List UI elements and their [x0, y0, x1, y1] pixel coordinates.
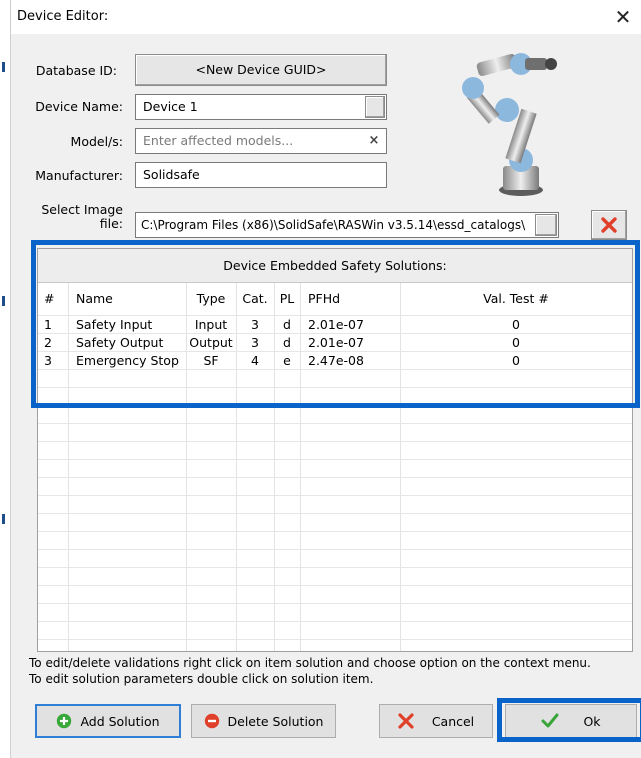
- grid-row-divider: [38, 603, 632, 604]
- grid-row-divider: [38, 639, 632, 640]
- title-bar: Device Editor: ✕: [11, 0, 641, 34]
- models-placeholder: Enter affected models...: [143, 133, 294, 148]
- database-id-field: <New Device GUID>: [135, 54, 387, 86]
- help-text-2: To edit solution parameters double click…: [29, 672, 374, 686]
- device-name-button[interactable]: [365, 96, 385, 118]
- models-label: Model/s:: [70, 134, 123, 149]
- models-input[interactable]: Enter affected models...: [135, 128, 387, 154]
- ok-highlight-frame: [497, 698, 641, 742]
- device-name-value: Device 1: [143, 99, 198, 114]
- add-solution-label: Add Solution: [80, 713, 160, 729]
- edge-mark: [2, 62, 5, 72]
- device-editor-window: Device Editor: ✕ Database ID: <New Devic…: [10, 0, 641, 758]
- grid-row-divider: [38, 531, 632, 532]
- cancel-label: Cancel: [431, 713, 475, 729]
- grid-row-divider: [38, 441, 632, 442]
- left-edge: [0, 0, 10, 758]
- delete-solution-button[interactable]: Delete Solution: [191, 704, 336, 738]
- robot-arm-image: [437, 48, 577, 198]
- add-solution-button[interactable]: Add Solution: [35, 704, 181, 738]
- grid-row-divider: [38, 513, 632, 514]
- grid-row-divider: [38, 585, 632, 586]
- add-icon: [56, 713, 72, 729]
- grid-row-divider: [38, 477, 632, 478]
- manufacturer-input[interactable]: Solidsafe: [135, 162, 387, 188]
- red-x-icon: [601, 217, 617, 233]
- grid-row-divider: [38, 423, 632, 424]
- grid-row-divider: [38, 567, 632, 568]
- help-text-1: To edit/delete validations right click o…: [29, 656, 591, 670]
- database-id-label: Database ID:: [35, 63, 117, 78]
- grid-row-divider: [38, 495, 632, 496]
- remove-image-button[interactable]: [591, 210, 627, 240]
- cancel-x-icon: [398, 713, 414, 729]
- device-name-label: Device Name:: [35, 99, 123, 114]
- close-icon[interactable]: ✕: [609, 4, 637, 30]
- robot-arm-icon: [462, 53, 557, 196]
- select-image-label-2: file:: [99, 216, 123, 231]
- edge-mark: [2, 514, 5, 524]
- delete-icon: [204, 713, 220, 729]
- window-title: Device Editor:: [17, 9, 109, 24]
- edge-mark: [2, 296, 5, 306]
- device-name-input[interactable]: Device 1: [135, 94, 387, 120]
- grid-row-divider: [38, 459, 632, 460]
- image-path-input[interactable]: C:\Program Files (x86)\SolidSafe\RASWin …: [135, 212, 559, 238]
- manufacturer-label: Manufacturer:: [35, 168, 123, 183]
- grid-row-divider: [38, 621, 632, 622]
- manufacturer-value: Solidsafe: [143, 167, 200, 182]
- grid-row-divider: [38, 549, 632, 550]
- cancel-button[interactable]: Cancel: [379, 704, 493, 738]
- delete-solution-label: Delete Solution: [227, 713, 324, 729]
- browse-image-button[interactable]: [535, 214, 557, 236]
- clear-x-icon[interactable]: ×: [366, 133, 382, 149]
- select-image-label-1: Select Image: [41, 202, 123, 217]
- image-path-value: C:\Program Files (x86)\SolidSafe\RASWin …: [141, 218, 526, 232]
- grid-highlight-frame: [31, 240, 640, 408]
